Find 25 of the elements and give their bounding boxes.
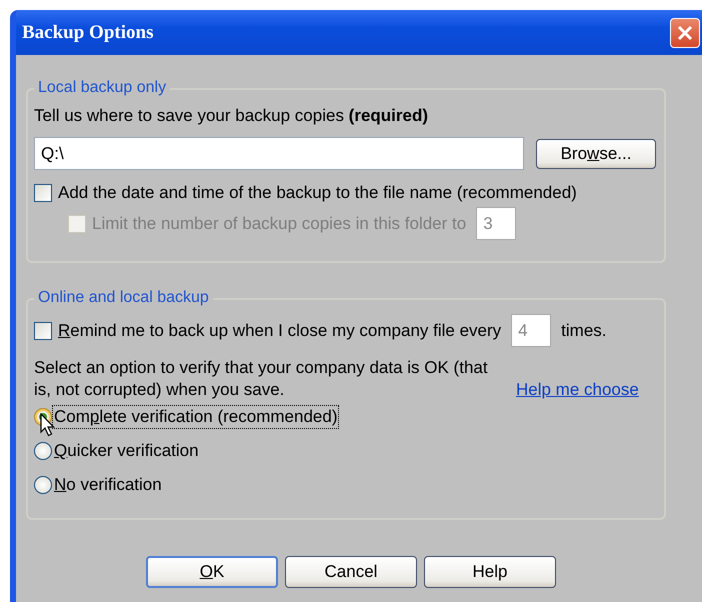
radio-button[interactable]: [34, 442, 52, 460]
dialog-button[interactable]: Help: [424, 556, 556, 588]
radio-label: Complete verification (recommended): [54, 407, 338, 427]
times-label: times.: [561, 320, 606, 340]
checkbox-label: Remind me to back up when I close my company file every: [58, 320, 502, 340]
checkbox[interactable]: [34, 184, 52, 202]
close-icon: [676, 24, 694, 42]
radio-label: Quicker verification: [54, 441, 199, 461]
mouse-pointer-icon: [40, 413, 56, 437]
help-link[interactable]: Help me choose: [516, 379, 639, 401]
dialog-button[interactable]: OK: [146, 556, 278, 588]
group-heading: Local backup only: [34, 79, 170, 97]
checkbox[interactable]: [34, 322, 52, 340]
folder-field[interactable]: Q:\: [34, 137, 524, 170]
group-heading: Online and local backup: [34, 289, 213, 307]
radio-button[interactable]: [34, 476, 52, 494]
instruction-text: Select an option to verify that your company data is OK (that is, not corrupted) when you save.: [34, 357, 489, 401]
checkbox-label: Add the date and time of the backup to the file name (recommended): [58, 183, 577, 203]
dialog-button[interactable]: Cancel: [285, 556, 417, 588]
radio-label: No verification: [54, 475, 162, 495]
browse-button[interactable]: Browse...: [536, 138, 656, 168]
checkbox-label: Limit the number of backup copies in this folder to: [92, 214, 466, 234]
window-title: Backup Options: [22, 22, 154, 44]
close-button[interactable]: [670, 18, 700, 48]
prompt-text: Tell us where to save your backup copies (required): [34, 106, 430, 126]
